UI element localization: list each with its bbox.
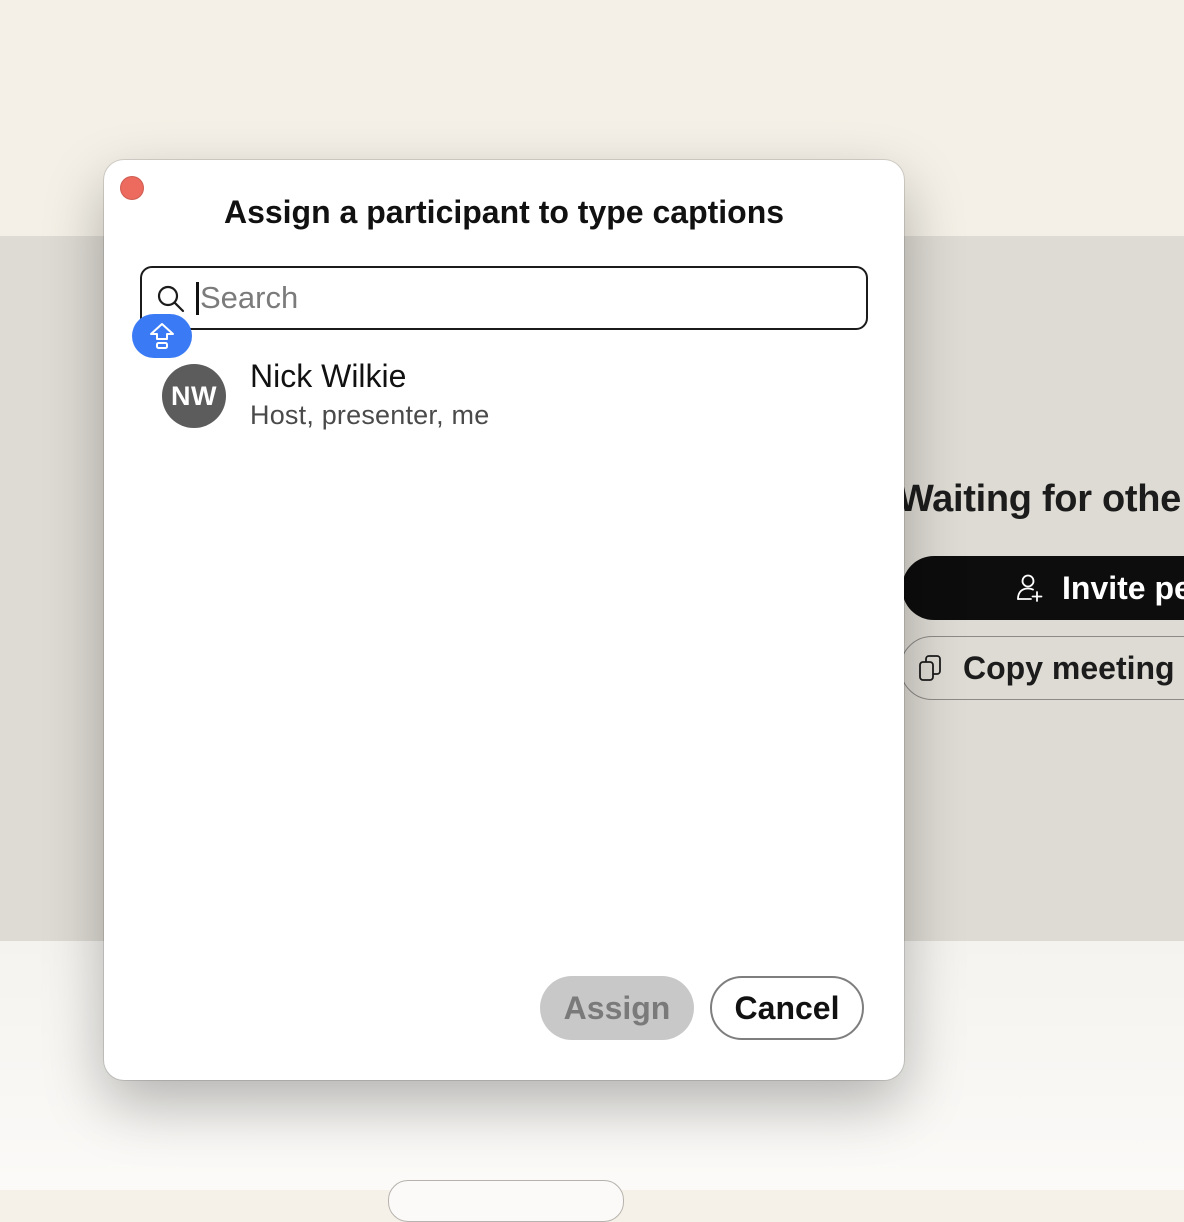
invite-people-button[interactable]: Invite pe [902,556,1184,620]
footer-pill-button[interactable] [388,1180,624,1222]
search-icon [156,284,186,314]
assign-button[interactable]: Assign [540,976,694,1040]
search-field[interactable] [140,266,868,330]
assign-captioner-dialog: Assign a participant to type captions NW… [104,160,904,1080]
dialog-title: Assign a participant to type captions [223,194,785,230]
avatar: NW [162,364,226,428]
add-person-icon [1014,573,1044,603]
waiting-message: Waiting for othe [898,478,1181,520]
copy-icon [917,653,945,683]
participant-role: Host, presenter, me [250,400,490,430]
presenter-share-icon [132,314,192,358]
participant-name: Nick Wilkie [250,358,407,394]
participant-list-item[interactable]: NW Nick Wilkie Host, presenter, me [140,328,868,434]
invite-people-label: Invite pe [1062,569,1184,606]
copy-meeting-info-label: Copy meeting i [963,649,1184,686]
cancel-button[interactable]: Cancel [710,976,864,1040]
search-input[interactable] [198,276,850,320]
copy-meeting-info-button[interactable]: Copy meeting i [900,636,1184,700]
